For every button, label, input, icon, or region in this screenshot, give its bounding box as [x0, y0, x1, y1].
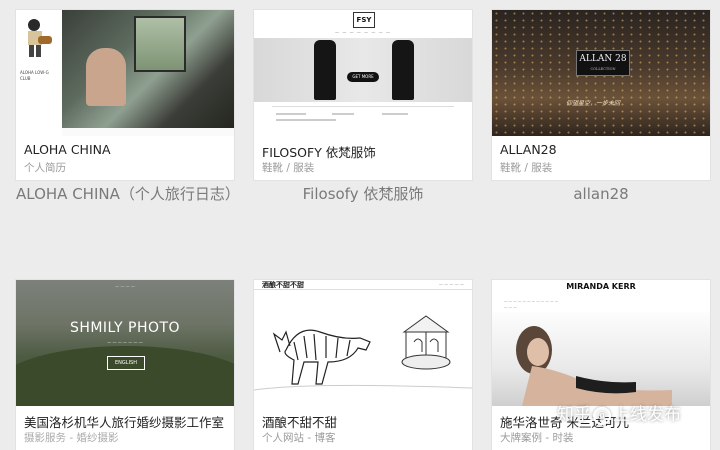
- card-title[interactable]: ALLAN28: [500, 142, 557, 157]
- thumb-nav: — — — — — — — — — — — — — — —: [504, 299, 559, 309]
- english-button: ENGLISH: [107, 356, 145, 370]
- card-thumbnail[interactable]: ALLAN 28 COLLECTION 仰望星空，一步未回: [492, 10, 710, 136]
- thumb-nav: — — — — — — — —: [335, 30, 391, 35]
- card-info: 酒酿不甜不甜 个人网站 - 博客: [254, 406, 472, 450]
- card-info: FILOSOFY 依梵服饰 鞋靴 / 服装: [254, 136, 472, 180]
- card-info: ALLAN28 鞋靴 / 服装: [492, 136, 710, 180]
- person-figure: [86, 48, 126, 106]
- portfolio-card-filosofy[interactable]: FSY — — — — — — — — GET MORE FILOSOFY 依梵…: [254, 10, 472, 180]
- dress-figure: [392, 40, 414, 100]
- portfolio-card-allan28[interactable]: ALLAN 28 COLLECTION 仰望星空，一步未回 ALLAN28 鞋靴…: [492, 10, 710, 180]
- card-title[interactable]: 美国洛杉机华人旅行婚纱摄影工作室: [24, 412, 224, 431]
- model-photo: [492, 312, 710, 406]
- thumb-nav: — — — —: [115, 284, 135, 289]
- card-title[interactable]: 酒酿不甜不甜: [262, 412, 337, 431]
- card-thumbnail[interactable]: 酒酿不甜不甜 — — — — —: [254, 280, 472, 406]
- card-category: 大牌案例 - 时装: [500, 432, 574, 444]
- card-title[interactable]: ALOHA CHINA: [24, 142, 111, 157]
- portfolio-card-aloha[interactable]: ALOHA LOW-G CLUB ALOHA CHINA 个人简历: [16, 10, 234, 180]
- hillside: [16, 346, 234, 406]
- card-info: 美国洛杉机华人旅行婚纱摄影工作室 摄影服务 - 婚纱摄影: [16, 406, 234, 450]
- card-caption[interactable]: allan28: [492, 182, 710, 206]
- card-caption[interactable]: ALOHA CHINA（个人旅行日志）: [16, 182, 240, 206]
- card-category: 个人网站 - 博客: [262, 432, 336, 444]
- portfolio-card-shmily[interactable]: — — — — SHMILY PHOTO — — — — — — — ENGLI…: [16, 280, 234, 450]
- card-title[interactable]: FILOSOFY 依梵服饰: [262, 142, 376, 161]
- thumb-heading: MIRANDA KERR: [566, 282, 636, 291]
- dress-figure: [314, 40, 336, 100]
- card-thumbnail[interactable]: FSY — — — — — — — — GET MORE: [254, 10, 472, 136]
- illustrated-avatar-image: [28, 19, 52, 57]
- card-category: 鞋靴 / 服装: [262, 162, 315, 174]
- card-thumbnail[interactable]: — — — — SHMILY PHOTO — — — — — — — ENGLI…: [16, 280, 234, 406]
- card-thumbnail[interactable]: ALOHA LOW-G CLUB: [16, 10, 234, 136]
- zebra-carousel-illustration: [254, 315, 472, 391]
- get-more-button: GET MORE: [347, 72, 379, 82]
- card-info: ALOHA CHINA 个人简历: [16, 136, 234, 180]
- thumb-nav: — — — — —: [438, 282, 464, 287]
- card-thumb-side-text: ALOHA LOW-G CLUB: [20, 70, 49, 81]
- card-category: 个人简历: [24, 162, 66, 174]
- zhihu-watermark: 知乎 @ 上线发布: [557, 405, 681, 425]
- hero-banner: [254, 38, 472, 102]
- card-thumbnail[interactable]: MIRANDA KERR — — — — — — — — — — — — — — …: [492, 280, 710, 406]
- brand-logo: FSY: [353, 12, 375, 28]
- card-category: 摄影服务 - 婚纱摄影: [24, 432, 119, 444]
- train-window: [134, 16, 186, 72]
- brand-logo: ALLAN 28 COLLECTION: [576, 50, 630, 76]
- thumb-heading: SHMILY PHOTO: [69, 320, 181, 336]
- portfolio-card-jiuniang[interactable]: 酒酿不甜不甜 — — — — — 酒酿不甜不甜 个人网站 - 博客: [254, 280, 472, 450]
- card-category: 鞋靴 / 服装: [500, 162, 553, 174]
- at-icon: @: [593, 407, 611, 425]
- card-caption[interactable]: Filosofy 依梵服饰: [254, 182, 472, 206]
- thumb-quote: 仰望星空，一步未回: [566, 100, 621, 107]
- thumb-footer: [272, 106, 454, 129]
